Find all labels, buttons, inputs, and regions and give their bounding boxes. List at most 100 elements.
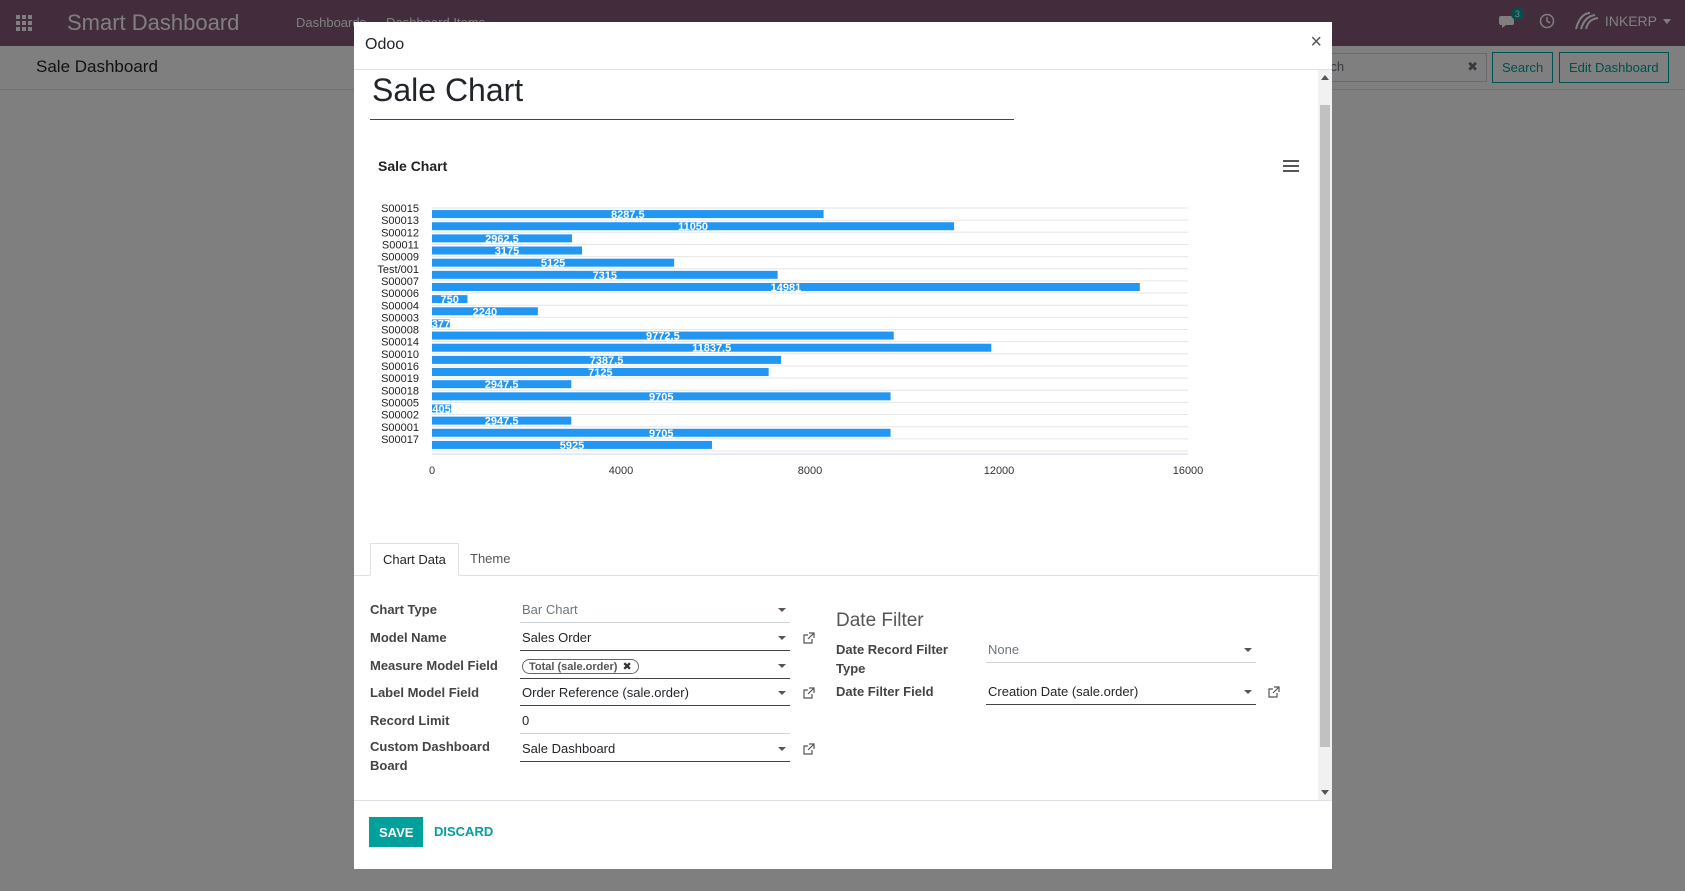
save-button[interactable]: SAVE bbox=[369, 817, 424, 847]
label-field-select[interactable]: Order Reference (sale.order) bbox=[520, 680, 790, 706]
x-tick-label: 4000 bbox=[609, 465, 633, 477]
data-label: 377 bbox=[432, 318, 450, 330]
chart-preview: S00015 8287.5 S00013 11050 S00012 2962.5 S0001… bbox=[368, 148, 1308, 528]
modal-body[interactable]: Sale Chart S00015 8287.5 S00013 11050 S00012… bbox=[354, 70, 1332, 800]
date-filter-heading: Date Filter bbox=[836, 610, 924, 631]
custom-board-label: Custom Dashboard Board bbox=[370, 737, 490, 775]
chart-type-value: Bar Chart bbox=[522, 602, 578, 617]
chart-type-select[interactable]: Bar Chart bbox=[520, 597, 790, 623]
category-label: S00014 bbox=[381, 337, 419, 349]
chart-menu-icon[interactable] bbox=[1283, 160, 1299, 172]
record-limit-label: Record Limit bbox=[370, 713, 450, 728]
date-filter-field-select[interactable]: Creation Date (sale.order) bbox=[986, 679, 1256, 705]
chevron-down-icon bbox=[778, 664, 786, 668]
category-label: S00009 bbox=[381, 252, 419, 264]
measure-field-many2many[interactable]: Total (sale.order) ✖ bbox=[520, 653, 790, 679]
record-limit-input[interactable]: 0 bbox=[520, 708, 790, 734]
record-name-input[interactable]: Sale Chart bbox=[370, 72, 1014, 120]
close-icon[interactable]: × bbox=[1310, 31, 1322, 54]
category-label: S00002 bbox=[381, 410, 419, 422]
custom-board-value: Sale Dashboard bbox=[522, 741, 616, 756]
data-label: 2962.5 bbox=[485, 233, 519, 245]
external-link-icon[interactable] bbox=[802, 743, 815, 756]
date-record-filter-select[interactable]: None bbox=[986, 637, 1256, 663]
category-label: S00018 bbox=[381, 385, 419, 397]
measure-field-tag-label: Total (sale.order) bbox=[529, 661, 618, 673]
chart-title: Sale Chart bbox=[378, 158, 448, 174]
custom-board-label-line2: Board bbox=[370, 758, 408, 773]
data-label: 11050 bbox=[678, 221, 708, 233]
model-name-select[interactable]: Sales Order bbox=[520, 625, 790, 651]
category-label: S00006 bbox=[381, 288, 419, 300]
x-tick-label: 12000 bbox=[984, 465, 1015, 477]
data-label: 405 bbox=[432, 403, 450, 415]
tab-theme[interactable]: Theme bbox=[458, 543, 522, 576]
data-label: 5925 bbox=[560, 440, 584, 452]
modal-title: Odoo bbox=[365, 36, 405, 53]
data-label: 9772.5 bbox=[646, 331, 680, 343]
chevron-down-icon bbox=[1244, 648, 1252, 652]
date-record-filter-value: None bbox=[988, 642, 1020, 657]
data-label: 5125 bbox=[541, 258, 565, 270]
category-label: S00004 bbox=[381, 300, 419, 312]
model-name-label: Model Name bbox=[370, 630, 447, 645]
chevron-down-icon bbox=[1244, 690, 1252, 694]
category-label: S00001 bbox=[381, 422, 419, 434]
tab-chart-data[interactable]: Chart Data bbox=[370, 543, 459, 576]
x-tick-label: 16000 bbox=[1173, 465, 1204, 477]
custom-board-select[interactable]: Sale Dashboard bbox=[520, 736, 790, 762]
chart-type-label: Chart Type bbox=[370, 602, 437, 617]
x-tick-label: 8000 bbox=[798, 465, 822, 477]
scroll-up-icon[interactable] bbox=[1321, 75, 1329, 80]
external-link-icon[interactable] bbox=[802, 632, 815, 645]
discard-button[interactable]: DISCARD bbox=[434, 824, 493, 839]
date-record-filter-label-line2: Type bbox=[836, 661, 866, 676]
data-label: 2240 bbox=[473, 306, 497, 318]
scroll-down-icon[interactable] bbox=[1321, 790, 1329, 795]
chevron-down-icon bbox=[778, 636, 786, 640]
data-label: 7387.5 bbox=[590, 355, 624, 367]
chevron-down-icon bbox=[778, 691, 786, 695]
category-label: Test/001 bbox=[377, 264, 419, 276]
bar-chart: S00015 8287.5 S00013 11050 S00012 2962.5 S0001… bbox=[377, 203, 1204, 477]
external-link-icon[interactable] bbox=[1267, 686, 1280, 699]
label-field-label: Label Model Field bbox=[370, 685, 480, 700]
notebook-tabs: Chart Data Theme bbox=[354, 543, 1318, 576]
date-record-filter-label: Date Record Filter Type bbox=[836, 640, 948, 678]
category-label: S00017 bbox=[381, 434, 419, 446]
data-label: 9705 bbox=[649, 428, 673, 440]
x-tick-label: 0 bbox=[429, 465, 435, 477]
external-link-icon[interactable] bbox=[802, 687, 815, 700]
category-label: S00003 bbox=[381, 312, 419, 324]
data-label: 11837.5 bbox=[692, 343, 731, 355]
date-filter-field-value: Creation Date (sale.order) bbox=[988, 684, 1139, 699]
category-label: S00007 bbox=[381, 276, 419, 288]
modal-dialog: Odoo × Sale Chart S00015 8287.5 S00013 1105… bbox=[354, 22, 1332, 869]
measure-field-label: Measure Model Field bbox=[370, 658, 498, 673]
measure-field-tag: Total (sale.order) ✖ bbox=[522, 659, 639, 674]
data-label: 2947.5 bbox=[485, 416, 519, 428]
date-record-filter-label-line1: Date Record Filter bbox=[836, 642, 948, 657]
category-label: S00012 bbox=[381, 227, 419, 239]
category-label: S00011 bbox=[382, 240, 419, 252]
modal-scrollbar[interactable] bbox=[1318, 70, 1332, 800]
category-label: S00015 bbox=[381, 203, 419, 215]
chevron-down-icon bbox=[778, 747, 786, 751]
data-label: 9705 bbox=[649, 391, 673, 403]
model-name-value: Sales Order bbox=[522, 630, 592, 645]
data-label: 7315 bbox=[593, 270, 617, 282]
category-label: S00005 bbox=[381, 397, 419, 409]
chevron-down-icon bbox=[778, 608, 786, 612]
category-label: S00013 bbox=[381, 215, 419, 227]
category-label: S00008 bbox=[381, 325, 419, 337]
date-filter-field-label: Date Filter Field bbox=[836, 684, 934, 699]
data-label: 14981 bbox=[771, 282, 802, 294]
data-label: 2947.5 bbox=[485, 379, 519, 391]
scroll-thumb[interactable] bbox=[1320, 105, 1330, 747]
category-label: S00010 bbox=[381, 349, 419, 361]
modal-header: Odoo × bbox=[354, 22, 1332, 70]
data-label: 7125 bbox=[588, 367, 612, 379]
remove-tag-icon[interactable]: ✖ bbox=[622, 661, 631, 673]
data-label: 8287.5 bbox=[611, 209, 645, 221]
data-label: 750 bbox=[441, 294, 459, 306]
